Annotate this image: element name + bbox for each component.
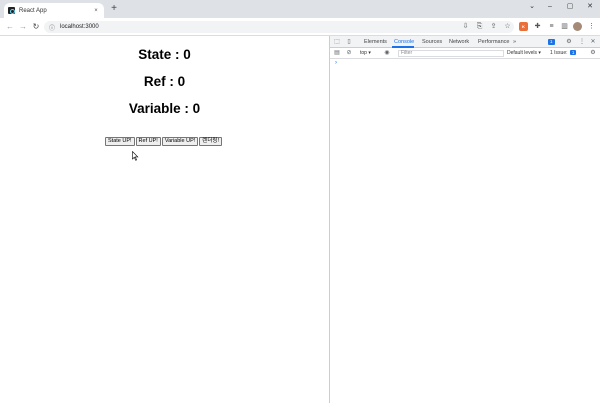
- devtools-close-icon[interactable]: ✕: [589, 38, 597, 46]
- tab-sources[interactable]: Sources: [422, 38, 442, 46]
- live-expression-eye-icon[interactable]: ◉: [383, 49, 391, 57]
- tab-close-icon[interactable]: ×: [92, 8, 100, 14]
- forward-arrow-icon[interactable]: →: [18, 21, 28, 33]
- page-viewport: State : 0 Ref : 0 Variable : 0 State UP!…: [0, 36, 329, 403]
- device-toolbar-icon[interactable]: ▯: [345, 38, 353, 46]
- reload-icon[interactable]: ↻: [31, 21, 41, 33]
- reading-list-icon[interactable]: ≡: [547, 22, 556, 31]
- settings-gear-icon[interactable]: ⚙: [565, 38, 573, 46]
- tab-console[interactable]: Console: [394, 38, 414, 46]
- translate-icon[interactable]: ⎘: [475, 22, 484, 31]
- state-heading: State : 0: [138, 47, 191, 62]
- inspect-element-icon[interactable]: ⬚: [333, 38, 341, 46]
- state-up-button[interactable]: State UP!: [105, 137, 135, 146]
- profile-avatar[interactable]: [573, 22, 582, 31]
- issues-badge[interactable]: 1: [548, 39, 555, 45]
- variable-up-button[interactable]: Variable UP!: [161, 137, 199, 146]
- tab-search-chevron-icon[interactable]: ⌄: [522, 2, 542, 12]
- extension-orange-icon[interactable]: K: [519, 22, 528, 31]
- print-button[interactable]: 렌더링!: [199, 137, 222, 146]
- share-icon[interactable]: ⇪: [489, 22, 498, 31]
- side-panel-icon[interactable]: ▥: [560, 22, 569, 31]
- sidebar-toggle-icon[interactable]: ▤: [333, 49, 341, 57]
- devtools-menu-icon[interactable]: ⋮: [578, 38, 586, 46]
- button-row: State UP! Ref UP! Variable UP! 렌더링!: [105, 137, 223, 146]
- install-app-icon[interactable]: ⇩: [461, 22, 470, 31]
- mouse-cursor-icon: [132, 151, 139, 161]
- back-arrow-icon[interactable]: ←: [5, 21, 15, 33]
- browser-titlebar: React App × + ⌄ – ▢ ✕: [0, 0, 600, 18]
- variable-heading: Variable : 0: [128, 101, 201, 116]
- url-text: localhost:3000: [60, 24, 99, 30]
- extensions-puzzle-icon[interactable]: ✚: [533, 22, 542, 31]
- ref-heading: Ref : 0: [143, 74, 186, 89]
- tab-elements[interactable]: Elements: [364, 38, 387, 46]
- issues-label: 1 Issue:: [550, 50, 568, 56]
- bookmark-star-icon[interactable]: ☆: [503, 22, 512, 31]
- browser-tab[interactable]: React App ×: [4, 3, 104, 18]
- devtools-tabbar: ⬚ ▯ Elements Console Sources Network Per…: [330, 36, 600, 48]
- restore-button[interactable]: ▢: [560, 2, 580, 12]
- devtools-panel: ⬚ ▯ Elements Console Sources Network Per…: [329, 36, 600, 403]
- ref-up-button[interactable]: Ref UP!: [135, 137, 161, 146]
- new-tab-button[interactable]: +: [109, 4, 119, 14]
- address-bar[interactable]: ⓘ localhost:3000: [44, 21, 514, 33]
- tab-title: React App: [19, 7, 47, 14]
- browser-toolbar: ← → ↻ ⓘ localhost:3000 ⇩ ⎘ ⇪ ☆ K ✚ ≡ ▥ ⋮: [0, 18, 600, 36]
- clear-console-icon[interactable]: ⊘: [345, 49, 353, 57]
- kebab-menu-icon[interactable]: ⋮: [587, 22, 596, 31]
- minimize-button[interactable]: –: [540, 2, 560, 12]
- issues-counter[interactable]: 1 Issue: 1: [550, 50, 577, 57]
- console-filter-input[interactable]: Filter: [398, 50, 504, 57]
- console-toolbar: ▤ ⊘ top ▾ ◉ Filter Default levels ▾ 1 Is…: [330, 48, 600, 59]
- close-window-button[interactable]: ✕: [580, 2, 600, 12]
- log-levels-dropdown[interactable]: Default levels ▾: [507, 50, 541, 57]
- issues-count-badge: 1: [569, 50, 577, 55]
- site-info-icon[interactable]: ⓘ: [49, 23, 55, 32]
- tab-network[interactable]: Network: [449, 38, 469, 46]
- context-selector[interactable]: top ▾: [360, 50, 371, 57]
- console-settings-icon[interactable]: ⚙: [589, 49, 597, 57]
- more-tabs-button[interactable]: »: [513, 38, 516, 46]
- react-favicon-icon: [8, 7, 15, 14]
- console-prompt[interactable]: ›: [335, 60, 337, 66]
- tab-performance[interactable]: Performance: [478, 38, 510, 46]
